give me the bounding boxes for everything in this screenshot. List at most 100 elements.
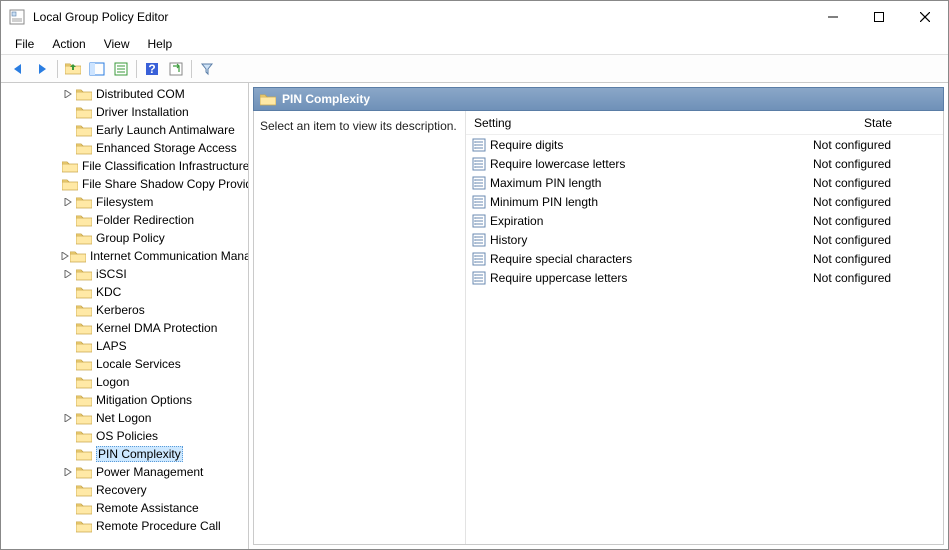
tree-item[interactable]: File Share Shadow Copy Provider xyxy=(1,175,248,193)
folder-icon xyxy=(76,321,92,335)
tree-item[interactable]: Recovery xyxy=(1,481,248,499)
settings-row[interactable]: HistoryNot configured xyxy=(466,230,943,249)
expander-placeholder xyxy=(61,375,75,389)
tree-item[interactable]: Folder Redirection xyxy=(1,211,248,229)
tree-item[interactable]: Enhanced Storage Access xyxy=(1,139,248,157)
tree-item[interactable]: Mitigation Options xyxy=(1,391,248,409)
column-header-setting[interactable]: Setting xyxy=(466,111,813,134)
tree-item[interactable]: Power Management xyxy=(1,463,248,481)
chevron-right-icon[interactable] xyxy=(61,249,69,263)
tree-item[interactable]: Filesystem xyxy=(1,193,248,211)
tree-item-label: Early Launch Antimalware xyxy=(96,123,235,137)
settings-row[interactable]: Require lowercase lettersNot configured xyxy=(466,154,943,173)
tree-item-label: File Classification Infrastructure xyxy=(82,159,249,173)
setting-cell: Minimum PIN length xyxy=(466,195,813,209)
details-header-title: PIN Complexity xyxy=(282,92,370,106)
folder-icon xyxy=(260,92,276,106)
maximize-button[interactable] xyxy=(856,1,902,33)
setting-state: Not configured xyxy=(813,252,943,266)
tree-item[interactable]: KDC xyxy=(1,283,248,301)
menu-action[interactable]: Action xyxy=(44,35,93,53)
filter-button[interactable] xyxy=(196,58,218,80)
policy-icon xyxy=(472,195,486,209)
setting-cell: Maximum PIN length xyxy=(466,176,813,190)
folder-icon xyxy=(76,519,92,533)
tree-item[interactable]: Remote Assistance xyxy=(1,499,248,517)
menu-view[interactable]: View xyxy=(96,35,138,53)
folder-icon xyxy=(76,213,92,227)
settings-row[interactable]: Maximum PIN lengthNot configured xyxy=(466,173,943,192)
chevron-right-icon[interactable] xyxy=(61,195,75,209)
folder-icon xyxy=(76,339,92,353)
toolbar-separator xyxy=(136,60,137,78)
setting-cell: Require lowercase letters xyxy=(466,157,813,171)
svg-text:?: ? xyxy=(148,62,155,76)
tree-item[interactable]: Logon xyxy=(1,373,248,391)
tree-item[interactable]: PIN Complexity xyxy=(1,445,248,463)
tree-item[interactable]: Internet Communication Management xyxy=(1,247,248,265)
tree-item-label: Driver Installation xyxy=(96,105,189,119)
column-header-state[interactable]: State xyxy=(813,111,943,134)
description-panel: Select an item to view its description. xyxy=(254,111,466,544)
help-button[interactable]: ? xyxy=(141,58,163,80)
settings-row[interactable]: ExpirationNot configured xyxy=(466,211,943,230)
setting-name: Maximum PIN length xyxy=(490,176,601,190)
folder-icon xyxy=(76,231,92,245)
chevron-right-icon[interactable] xyxy=(61,87,75,101)
expander-placeholder xyxy=(61,519,75,533)
tree-item[interactable]: Driver Installation xyxy=(1,103,248,121)
menu-help[interactable]: Help xyxy=(140,35,181,53)
expander-placeholder xyxy=(61,321,75,335)
window: { "window": { "title": "Local Group Poli… xyxy=(0,0,949,550)
setting-state: Not configured xyxy=(813,233,943,247)
folder-icon xyxy=(76,411,92,425)
folder-icon xyxy=(76,393,92,407)
tree-item[interactable]: Locale Services xyxy=(1,355,248,373)
chevron-right-icon[interactable] xyxy=(61,267,75,281)
tree-item[interactable]: Net Logon xyxy=(1,409,248,427)
setting-name: Minimum PIN length xyxy=(490,195,598,209)
tree-item[interactable]: LAPS xyxy=(1,337,248,355)
tree-pane[interactable]: Distributed COM Driver Installation Early … xyxy=(1,83,249,549)
policy-icon xyxy=(472,233,486,247)
tree-item-label: PIN Complexity xyxy=(96,446,183,462)
folder-icon xyxy=(76,105,92,119)
tree-item[interactable]: iSCSI xyxy=(1,265,248,283)
titlebar: Local Group Policy Editor xyxy=(1,1,948,33)
expander-placeholder xyxy=(61,141,75,155)
folder-icon xyxy=(76,429,92,443)
tree-item[interactable]: File Classification Infrastructure xyxy=(1,157,248,175)
tree-item[interactable]: Distributed COM xyxy=(1,85,248,103)
setting-cell: Require digits xyxy=(466,138,813,152)
settings-row[interactable]: Require special charactersNot configured xyxy=(466,249,943,268)
up-button[interactable] xyxy=(62,58,84,80)
show-hide-tree-button[interactable] xyxy=(86,58,108,80)
forward-button[interactable] xyxy=(31,58,53,80)
properties-button[interactable] xyxy=(110,58,132,80)
expander-placeholder xyxy=(61,303,75,317)
tree-item[interactable]: Kernel DMA Protection xyxy=(1,319,248,337)
details-body: Select an item to view its description. … xyxy=(253,111,944,545)
tree-item[interactable]: Early Launch Antimalware xyxy=(1,121,248,139)
tree-item-label: Internet Communication Management xyxy=(90,249,249,263)
expander-placeholder xyxy=(61,483,75,497)
settings-row[interactable]: Require digitsNot configured xyxy=(466,135,943,154)
app-icon xyxy=(9,9,25,25)
minimize-button[interactable] xyxy=(810,1,856,33)
tree-item[interactable]: OS Policies xyxy=(1,427,248,445)
tree-item-label: Remote Assistance xyxy=(96,501,199,515)
tree-item[interactable]: Remote Procedure Call xyxy=(1,517,248,535)
tree-item[interactable]: Kerberos xyxy=(1,301,248,319)
back-button[interactable] xyxy=(7,58,29,80)
chevron-right-icon[interactable] xyxy=(61,411,75,425)
settings-row[interactable]: Minimum PIN lengthNot configured xyxy=(466,192,943,211)
chevron-right-icon[interactable] xyxy=(61,465,75,479)
settings-row[interactable]: Require uppercase lettersNot configured xyxy=(466,268,943,287)
close-button[interactable] xyxy=(902,1,948,33)
folder-icon xyxy=(76,285,92,299)
folder-icon xyxy=(76,483,92,497)
refresh-button[interactable] xyxy=(165,58,187,80)
tree-item[interactable]: Group Policy xyxy=(1,229,248,247)
menu-file[interactable]: File xyxy=(7,35,42,53)
content: Distributed COM Driver Installation Early … xyxy=(1,83,948,549)
